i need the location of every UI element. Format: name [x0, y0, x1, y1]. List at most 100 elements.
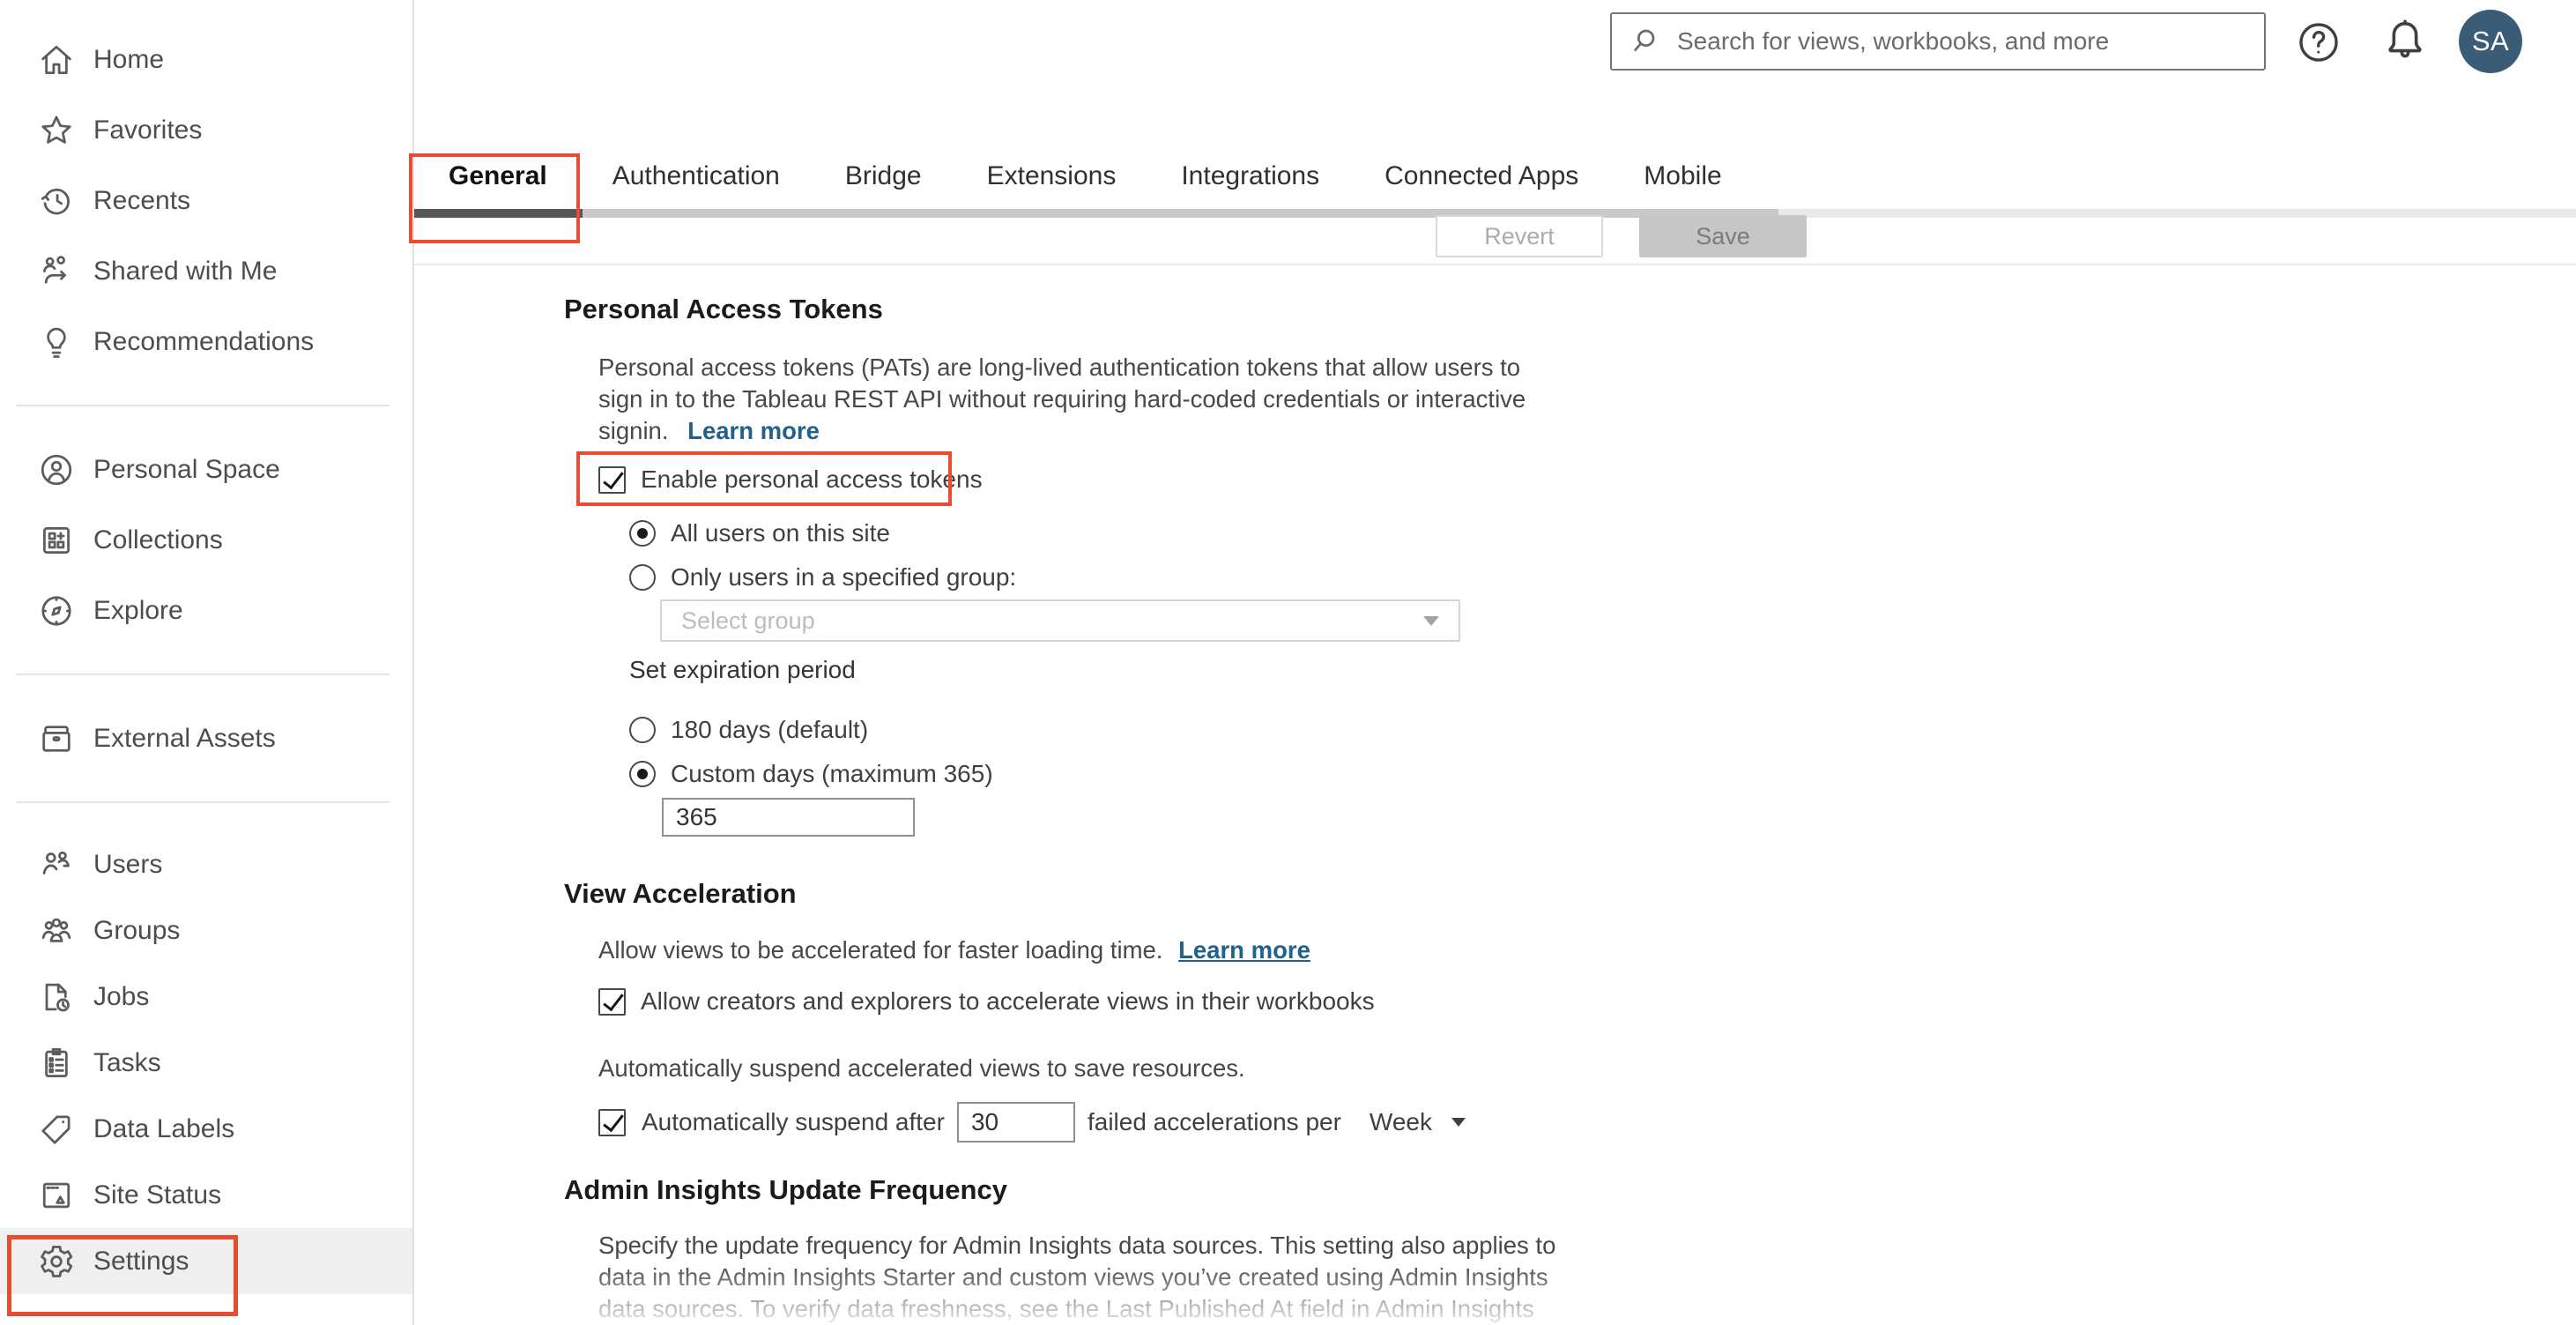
enable-pat-row: Enable personal access tokens [598, 465, 983, 494]
tableau-settings-page: Home Favorites Recents Shared with Me Re… [0, 0, 2576, 1325]
save-button[interactable]: Save [1639, 215, 1807, 257]
collections-icon [37, 521, 76, 560]
sidebar-nav: Home Favorites Recents Shared with Me Re… [0, 0, 412, 1294]
sidebar-item-settings[interactable]: Settings [0, 1228, 412, 1294]
specified-group-radio[interactable] [629, 564, 656, 591]
home-icon [37, 41, 76, 79]
tab-extensions[interactable]: Extensions [954, 161, 1149, 191]
sidebar-item-label: Favorites [93, 115, 203, 145]
sidebar: Home Favorites Recents Shared with Me Re… [0, 0, 414, 1325]
tab-mobile[interactable]: Mobile [1611, 161, 1754, 191]
tasks-icon [37, 1044, 76, 1083]
auto-suspend-checkbox[interactable] [598, 1108, 626, 1136]
view-acceleration-title: View Acceleration [564, 878, 797, 909]
all-users-radio[interactable] [629, 520, 656, 547]
history-icon [37, 182, 76, 220]
admin-insights-description: Specify the update frequency for Admin I… [598, 1232, 1556, 1322]
default-days-radio[interactable] [629, 717, 656, 743]
search-input[interactable] [1677, 27, 2248, 56]
sidebar-item-label: Users [93, 849, 163, 879]
suspend-suffix-label: failed accelerations per [1087, 1108, 1341, 1135]
sidebar-item-label: Collections [93, 525, 223, 555]
compass-icon [37, 592, 76, 630]
group-select[interactable]: Select group [660, 599, 1460, 642]
suspend-period-select[interactable]: Week [1370, 1108, 1432, 1136]
sidebar-item-label: Jobs [93, 981, 150, 1011]
allow-acceleration-label: Allow creators and explorers to accelera… [641, 987, 1375, 1015]
sidebar-item-label: Recents [93, 186, 191, 215]
search-box[interactable] [1610, 12, 2266, 71]
sidebar-item-tasks[interactable]: Tasks [0, 1030, 412, 1096]
suspend-count-input[interactable] [956, 1102, 1075, 1143]
help-circle-icon[interactable] [2293, 17, 2344, 68]
sidebar-item-users[interactable]: Users [0, 831, 412, 897]
allow-acceleration-checkbox[interactable] [598, 987, 626, 1016]
jobs-icon [37, 978, 76, 1016]
chevron-down-icon[interactable] [1451, 1118, 1466, 1127]
toolbar-divider [414, 264, 2576, 265]
groups-icon [37, 912, 76, 950]
sidebar-item-label: Site Status [93, 1180, 222, 1210]
sidebar-item-data-labels[interactable]: Data Labels [0, 1096, 412, 1162]
default-days-row: 180 days (default) [629, 716, 868, 744]
default-days-label: 180 days (default) [671, 716, 869, 743]
all-users-label: All users on this site [671, 519, 890, 547]
tab-authentication[interactable]: Authentication [580, 161, 813, 191]
drawer-icon [37, 719, 76, 758]
sidebar-item-groups[interactable]: Groups [0, 897, 412, 964]
sidebar-divider [16, 405, 390, 406]
enable-pat-checkbox[interactable] [598, 465, 626, 494]
tab-connected-apps[interactable]: Connected Apps [1352, 161, 1611, 191]
active-tab-underline [414, 209, 583, 218]
specified-group-row: Only users in a specified group: [629, 563, 1016, 592]
sidebar-item-label: Personal Space [93, 455, 280, 484]
tab-integrations[interactable]: Integrations [1148, 161, 1352, 191]
pat-section-title: Personal Access Tokens [564, 294, 883, 324]
sidebar-item-label: Home [93, 45, 165, 74]
sidebar-item-recommendations[interactable]: Recommendations [0, 307, 412, 377]
sidebar-item-label: Data Labels [93, 1113, 235, 1143]
sidebar-item-personal-space[interactable]: Personal Space [0, 435, 412, 505]
sidebar-item-site-status[interactable]: Site Status [0, 1162, 412, 1228]
auto-suspend-row: Automatically suspend after failed accel… [598, 1102, 1466, 1143]
sidebar-item-recents[interactable]: Recents [0, 166, 412, 236]
sidebar-item-label: Tasks [93, 1047, 161, 1077]
tab-general[interactable]: General [416, 161, 580, 191]
enable-pat-label: Enable personal access tokens [641, 465, 983, 493]
suspend-intro: Automatically suspend accelerated views … [598, 1054, 1245, 1082]
view-acceleration-learn-more-link[interactable]: Learn more [1178, 936, 1310, 964]
all-users-row: All users on this site [629, 519, 890, 547]
revert-button[interactable]: Revert [1436, 215, 1603, 257]
sidebar-item-home[interactable]: Home [0, 25, 412, 95]
sidebar-divider [16, 801, 390, 803]
users-icon [37, 845, 76, 884]
custom-days-radio[interactable] [629, 761, 656, 787]
sidebar-item-collections[interactable]: Collections [0, 505, 412, 576]
gear-icon [37, 1242, 76, 1281]
avatar[interactable]: SA [2459, 10, 2522, 73]
auto-suspend-label: Automatically suspend after [642, 1108, 945, 1135]
bell-icon[interactable] [2378, 14, 2432, 69]
view-acceleration-description: Allow views to be accelerated for faster… [598, 936, 1310, 964]
sidebar-item-label: Groups [93, 915, 181, 945]
settings-tabbar: General Authentication Bridge Extensions… [416, 148, 1755, 205]
sidebar-item-shared-with-me[interactable]: Shared with Me [0, 236, 412, 307]
chevron-down-icon [1423, 615, 1439, 626]
custom-days-row: Custom days (maximum 365) [629, 760, 993, 788]
sidebar-item-jobs[interactable]: Jobs [0, 964, 412, 1030]
lightbulb-icon [37, 323, 76, 361]
star-icon [37, 111, 76, 150]
sidebar-divider [16, 674, 390, 675]
group-select-placeholder: Select group [681, 607, 815, 634]
sidebar-item-label: Recommendations [93, 327, 315, 356]
allow-acceleration-row: Allow creators and explorers to accelera… [598, 987, 1375, 1016]
sidebar-item-label: External Assets [93, 724, 276, 753]
sidebar-item-external-assets[interactable]: External Assets [0, 703, 412, 774]
custom-days-input[interactable] [662, 798, 915, 837]
sidebar-item-explore[interactable]: Explore [0, 576, 412, 646]
expiration-label: Set expiration period [629, 656, 856, 683]
tab-bridge[interactable]: Bridge [813, 161, 954, 191]
sidebar-item-favorites[interactable]: Favorites [0, 95, 412, 166]
shared-icon [37, 252, 76, 291]
pat-learn-more-link[interactable]: Learn more [687, 417, 820, 444]
